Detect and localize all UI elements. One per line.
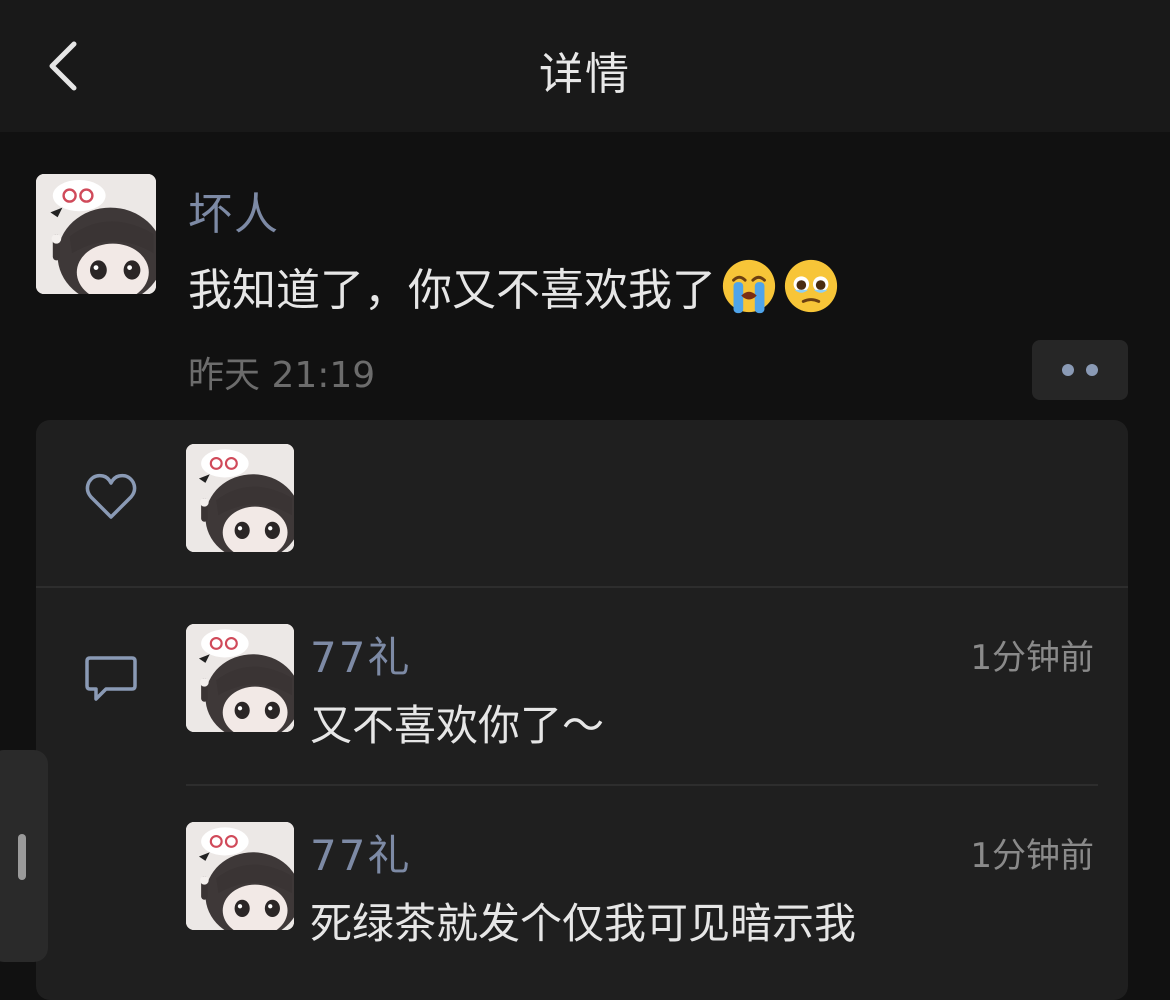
- comment-timestamp: 1分钟前: [970, 836, 1094, 876]
- nav-bar: 详情: [0, 0, 1170, 132]
- post-text: 我知道了，你又不喜欢我了: [188, 265, 716, 316]
- face-holding-back-tears-emoji: [784, 259, 838, 313]
- post-author-avatar[interactable]: [36, 174, 156, 294]
- comment-text: 又不喜欢你了～: [310, 701, 605, 750]
- commenter-avatar[interactable]: [186, 822, 294, 930]
- liker-avatar[interactable]: [186, 444, 294, 552]
- comment-bubble-icon: [85, 656, 137, 701]
- post-content: 我知道了，你又不喜欢我了: [188, 254, 840, 318]
- more-options-button[interactable]: [1032, 340, 1128, 400]
- side-drawer-handle[interactable]: [0, 750, 48, 962]
- loudly-crying-face-emoji: [722, 259, 776, 314]
- comment-divider: [186, 784, 1098, 786]
- commenter-name[interactable]: 77礼: [310, 624, 411, 685]
- handle-grip: [18, 834, 26, 880]
- post-timestamp: 昨天 21:19: [188, 355, 376, 396]
- interaction-panel: 77礼 1分钟前 又不喜欢你了～ 77礼 1分钟前 死绿茶就发个仅我可见暗示我: [36, 420, 1128, 1000]
- comment-text: 死绿茶就发个仅我可见暗示我: [310, 899, 857, 948]
- page-title: 详情: [539, 49, 631, 100]
- post-author-name[interactable]: 坏人: [188, 178, 280, 242]
- commenter-name[interactable]: 77礼: [310, 822, 411, 883]
- comment-timestamp: 1分钟前: [970, 638, 1094, 678]
- divider: [36, 586, 1128, 588]
- heart-outline-icon: [85, 473, 137, 519]
- commenter-avatar[interactable]: [186, 624, 294, 732]
- more-dots-icon: [1062, 364, 1074, 376]
